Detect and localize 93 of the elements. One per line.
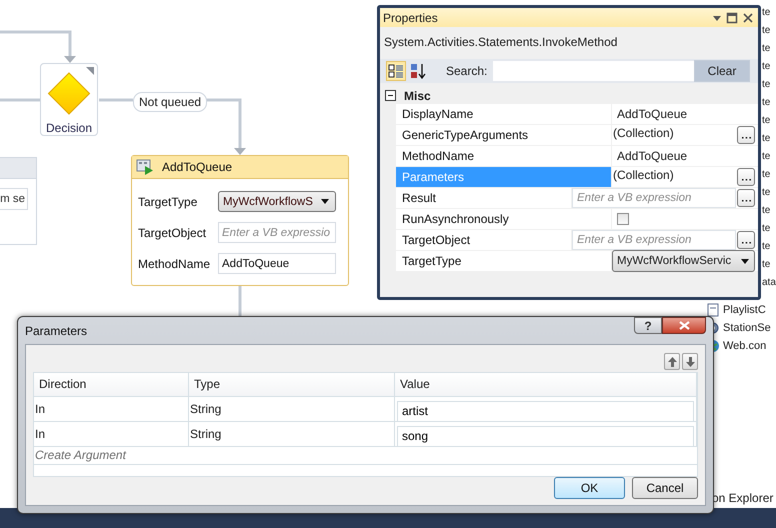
column-header[interactable]: Direction (34, 373, 189, 397)
help-button[interactable]: ? (634, 317, 662, 334)
ellipsis-button[interactable] (737, 231, 755, 249)
property-name[interactable]: DisplayName (396, 104, 612, 124)
explorer-item[interactable]: te (762, 166, 776, 184)
activity-card[interactable]: AddToQueue TargetType MyWcfWorkflowS TargetObject Enter a VB expressio MethodName AddToQueue (131, 155, 349, 286)
direction-cell[interactable]: In (34, 422, 189, 447)
ellipsis-icon (742, 136, 750, 139)
close-icon (678, 321, 690, 330)
ok-button[interactable]: OK (554, 477, 625, 499)
play-icon (136, 159, 154, 175)
column-header[interactable]: Value (395, 373, 697, 397)
connector-line (99, 98, 133, 102)
sort-icon (410, 63, 426, 79)
field-label: TargetType (138, 194, 198, 208)
property-value: AddToQueue (616, 107, 688, 121)
explorer-item[interactable]: te (762, 148, 776, 166)
checkbox[interactable] (617, 213, 629, 225)
field-label: TargetObject (138, 226, 208, 240)
corner-icon (86, 67, 94, 75)
explorer-item[interactable]: PlaylistC (706, 301, 771, 319)
ellipsis-button[interactable] (737, 189, 755, 207)
close-icon[interactable] (742, 12, 754, 24)
activity-header (0, 158, 36, 179)
explorer-item[interactable]: te (762, 22, 776, 40)
value-field[interactable]: artist (397, 400, 694, 422)
property-value: AddToQueue (616, 149, 688, 163)
explorer-item[interactable]: te (762, 184, 776, 202)
ellipsis-button[interactable] (737, 126, 755, 144)
caret-icon (321, 199, 329, 204)
explorer-item[interactable]: te (762, 112, 776, 130)
explorer-item[interactable]: te (762, 220, 776, 238)
create-argument-link[interactable]: Create Argument (34, 447, 697, 465)
property-name[interactable]: GenericTypeArguments (396, 125, 612, 145)
search-label: Search: (446, 64, 488, 78)
connector-line (238, 286, 242, 318)
decision-node[interactable]: Decision (40, 63, 98, 136)
explorer-item[interactable]: te (762, 94, 776, 112)
connector-line (0, 98, 40, 102)
expression-field[interactable]: Enter a VB expression (572, 230, 736, 250)
decision-label: Decision (46, 121, 92, 135)
text-field[interactable]: AddToQueue (218, 253, 336, 274)
categorized-button[interactable] (386, 61, 406, 81)
alphabetical-button[interactable] (408, 61, 428, 81)
explorer-item[interactable]: ata (762, 274, 776, 292)
direction-cell[interactable]: In (34, 397, 189, 422)
explorer-item[interactable]: te (762, 40, 776, 58)
ellipsis-icon (742, 241, 750, 244)
column-header[interactable]: Type (189, 373, 395, 397)
expression-field[interactable]: Enter a VB expression (572, 188, 736, 208)
expression-field[interactable]: Enter a VB expressio (218, 222, 336, 243)
field-label: MethodName (138, 256, 212, 270)
ellipsis-button[interactable] (737, 168, 755, 186)
category-label: Misc (404, 88, 431, 102)
move-down-button[interactable] (682, 353, 698, 370)
object-type: System.Activities.Statements.InvokeMethod (383, 34, 618, 51)
maximize-icon[interactable] (726, 12, 738, 24)
explorer-item[interactable]: te (762, 4, 776, 22)
expression-field[interactable]: m se (0, 188, 28, 210)
type-dropdown[interactable]: MyWcfWorkflowServic (612, 250, 755, 272)
arrow-down-icon (686, 356, 694, 366)
value-field[interactable]: song (397, 426, 694, 446)
explorer-item[interactable]: te (762, 76, 776, 94)
caret-icon (741, 258, 749, 264)
type-dropdown[interactable]: MyWcfWorkflowS (218, 191, 336, 212)
type-cell[interactable]: String (189, 397, 395, 422)
explorer-item[interactable]: te (762, 256, 776, 274)
connector-arrow (205, 98, 246, 155)
type-cell[interactable]: String (189, 422, 395, 447)
file-icon (706, 303, 720, 317)
close-button[interactable] (662, 317, 706, 334)
clear-button[interactable]: Clear (694, 60, 750, 82)
collapse-icon[interactable] (385, 90, 396, 101)
cancel-button[interactable]: Cancel (632, 477, 698, 499)
move-up-button[interactable] (664, 353, 680, 370)
explorer-item[interactable]: te (762, 58, 776, 76)
arrow-up-icon (668, 356, 676, 366)
explorer-item[interactable]: te (762, 238, 776, 256)
property-value: (Collection) (612, 125, 675, 141)
ellipsis-icon (742, 178, 750, 181)
connector-label[interactable]: Not queued (133, 92, 208, 112)
property-name[interactable]: MethodName (396, 146, 612, 166)
diamond-icon (47, 72, 91, 115)
property-value: (Collection) (612, 167, 675, 183)
explorer-item[interactable]: te (762, 202, 776, 220)
categorized-icon (388, 63, 404, 79)
window-title: Properties (383, 10, 439, 24)
activity-card[interactable]: m se (0, 157, 37, 245)
ellipsis-icon (742, 199, 750, 202)
search-field[interactable] (493, 61, 694, 81)
explorer-item[interactable]: te (762, 130, 776, 148)
activity-title: AddToQueue (162, 160, 232, 174)
dialog-title: Parameters (25, 324, 88, 338)
